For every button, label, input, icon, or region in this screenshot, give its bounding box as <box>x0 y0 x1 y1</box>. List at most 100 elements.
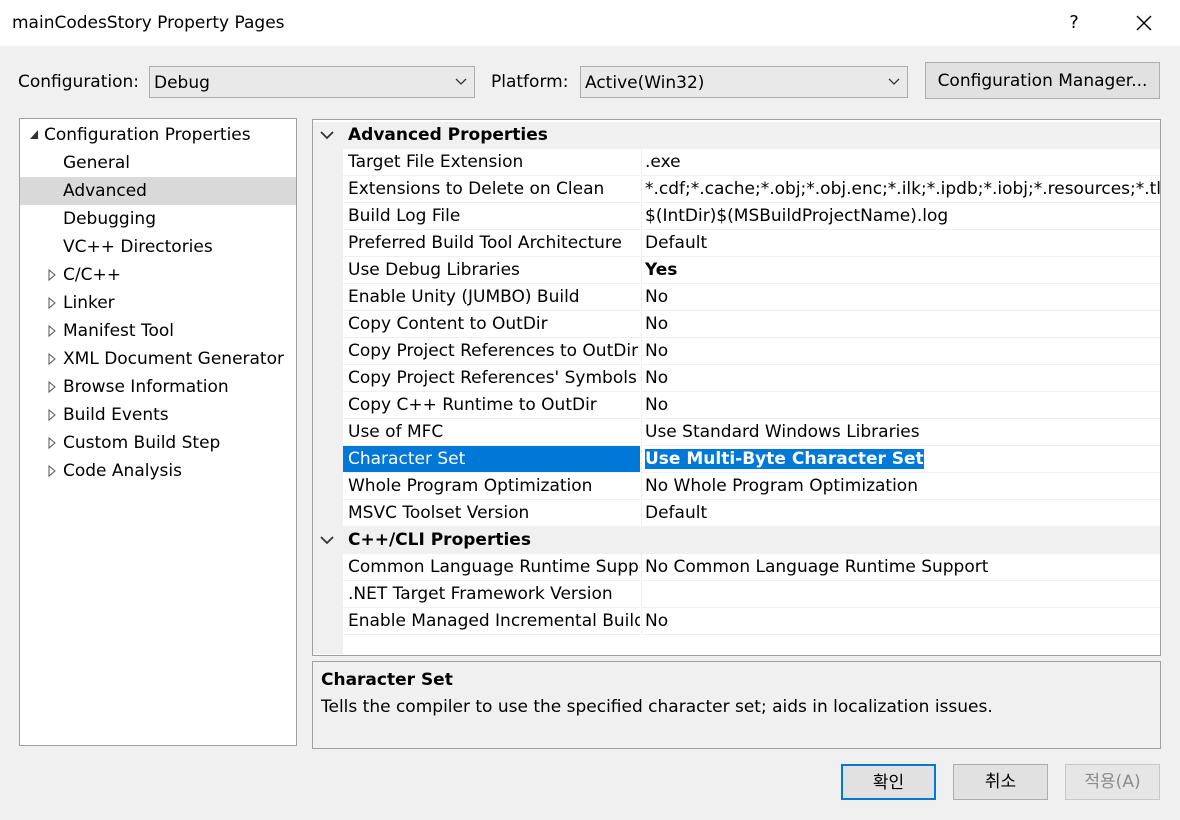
property-row[interactable]: Whole Program Optimization No Whole Prog… <box>313 473 1160 500</box>
property-value[interactable]: No Whole Program Optimization <box>641 473 1160 500</box>
tree-item-label: Code Analysis <box>63 461 182 481</box>
description-text: Tells the compiler to use the specified … <box>321 697 993 717</box>
category-advanced-properties[interactable]: Advanced Properties <box>313 122 1160 149</box>
tree-item-label: VC++ Directories <box>63 237 213 257</box>
property-name: Enable Unity (JUMBO) Build <box>343 284 640 311</box>
property-value[interactable]: No <box>641 284 1160 311</box>
property-value[interactable]: .exe <box>641 149 1160 176</box>
property-value[interactable]: No <box>641 392 1160 419</box>
description-panel: Character Set Tells the compiler to use … <box>312 661 1161 749</box>
property-value[interactable]: *.cdf;*.cache;*.obj;*.obj.enc;*.ilk;*.ip… <box>641 176 1160 203</box>
property-row-selected[interactable]: Character Set Use Multi-Byte Character S… <box>313 446 1160 473</box>
property-value[interactable]: No <box>641 365 1160 392</box>
tree-item-debugging[interactable]: Debugging <box>20 205 296 233</box>
tree-item-label: Configuration Properties <box>44 125 251 145</box>
property-value[interactable]: No <box>641 608 1160 635</box>
property-row[interactable]: Common Language Runtime Suppo No Common … <box>313 554 1160 581</box>
property-value[interactable]: Use Standard Windows Libraries <box>641 419 1160 446</box>
category-name: C++/CLI Properties <box>348 530 531 550</box>
property-name: Build Log File <box>343 203 640 230</box>
property-row[interactable]: Use of MFC Use Standard Windows Librarie… <box>313 419 1160 446</box>
tree-item-label: Debugging <box>63 209 156 229</box>
chevron-down-icon[interactable] <box>319 527 335 554</box>
property-row[interactable]: Use Debug Libraries Yes <box>313 257 1160 284</box>
property-row[interactable]: Extensions to Delete on Clean *.cdf;*.ca… <box>313 176 1160 203</box>
property-value[interactable]: No <box>641 311 1160 338</box>
property-row[interactable]: Copy C++ Runtime to OutDir No <box>313 392 1160 419</box>
cancel-button[interactable]: 취소 <box>953 764 1048 800</box>
property-value[interactable]: Default <box>641 500 1160 527</box>
tree-item-browse-information[interactable]: Browse Information <box>20 373 296 401</box>
property-name: Use Debug Libraries <box>343 257 640 284</box>
configuration-manager-button[interactable]: Configuration Manager... <box>925 62 1160 99</box>
property-row[interactable]: .NET Target Framework Version <box>313 581 1160 608</box>
property-value: Use Multi-Byte Character Set <box>645 449 924 469</box>
property-value-cell[interactable]: Use Multi-Byte Character Set <box>641 446 1160 473</box>
category-cpp-cli-properties[interactable]: C++/CLI Properties <box>313 527 1160 554</box>
property-value[interactable]: Yes <box>641 257 1160 284</box>
help-button[interactable]: ? <box>1058 8 1090 38</box>
title-bar: mainCodesStory Property Pages ? <box>0 0 1180 46</box>
property-row[interactable]: Copy Project References to OutDir No <box>313 338 1160 365</box>
property-name: MSVC Toolset Version <box>343 500 640 527</box>
configuration-dropdown[interactable]: Debug <box>149 66 475 98</box>
property-value[interactable]: No <box>641 338 1160 365</box>
tree-item-linker[interactable]: Linker <box>20 289 296 317</box>
property-row[interactable]: Build Log File $(IntDir)$(MSBuildProject… <box>313 203 1160 230</box>
tree-item-general[interactable]: General <box>20 149 296 177</box>
property-row[interactable]: Copy Project References' Symbols t No <box>313 365 1160 392</box>
property-row[interactable]: Enable Managed Incremental Build No <box>313 608 1160 635</box>
tree-item-label: Custom Build Step <box>63 433 221 453</box>
collapsed-triangle-icon[interactable] <box>46 317 58 345</box>
platform-dropdown[interactable]: Active(Win32) <box>580 66 908 98</box>
property-name: Preferred Build Tool Architecture <box>343 230 640 257</box>
tree-item-xml-document-generator[interactable]: XML Document Generator <box>20 345 296 373</box>
property-name: Copy Project References to OutDir <box>343 338 640 365</box>
property-grid: Advanced Properties Target File Extensio… <box>312 119 1161 656</box>
collapsed-triangle-icon[interactable] <box>46 261 58 289</box>
property-value[interactable]: Default <box>641 230 1160 257</box>
tree-item-c-cpp[interactable]: C/C++ <box>20 261 296 289</box>
collapsed-triangle-icon[interactable] <box>46 373 58 401</box>
tree-item-label: General <box>63 153 130 173</box>
close-icon <box>1136 15 1152 31</box>
apply-button[interactable]: 적용(A) <box>1065 764 1160 800</box>
property-name: Copy C++ Runtime to OutDir <box>343 392 640 419</box>
property-row[interactable]: Enable Unity (JUMBO) Build No <box>313 284 1160 311</box>
property-value[interactable] <box>641 581 1160 608</box>
configuration-value: Debug <box>154 73 210 93</box>
collapsed-triangle-icon[interactable] <box>46 289 58 317</box>
platform-label: Platform: <box>491 72 569 92</box>
collapsed-triangle-icon[interactable] <box>46 457 58 485</box>
property-value[interactable]: No Common Language Runtime Support <box>641 554 1160 581</box>
chevron-down-icon <box>888 78 900 85</box>
chevron-down-icon <box>455 78 467 85</box>
property-value[interactable]: $(IntDir)$(MSBuildProjectName).log <box>641 203 1160 230</box>
tree-item-label: Browse Information <box>63 377 229 397</box>
property-name: Enable Managed Incremental Build <box>343 608 640 635</box>
property-name: Extensions to Delete on Clean <box>343 176 640 203</box>
collapsed-triangle-icon[interactable] <box>46 401 58 429</box>
close-button[interactable] <box>1126 8 1162 38</box>
tree-item-code-analysis[interactable]: Code Analysis <box>20 457 296 485</box>
tree-item-custom-build-step[interactable]: Custom Build Step <box>20 429 296 457</box>
property-name: Copy Project References' Symbols t <box>343 365 640 392</box>
property-name: Use of MFC <box>343 419 640 446</box>
property-row[interactable]: MSVC Toolset Version Default <box>313 500 1160 527</box>
tree-item-configuration-properties[interactable]: Configuration Properties <box>20 121 296 149</box>
description-title: Character Set <box>321 670 453 690</box>
property-row[interactable]: Copy Content to OutDir No <box>313 311 1160 338</box>
expanded-triangle-icon[interactable] <box>28 121 40 149</box>
tree-item-build-events[interactable]: Build Events <box>20 401 296 429</box>
collapsed-triangle-icon[interactable] <box>46 429 58 457</box>
window-title: mainCodesStory Property Pages <box>12 13 285 33</box>
property-name: .NET Target Framework Version <box>343 581 640 608</box>
tree-item-advanced[interactable]: Advanced <box>20 177 296 205</box>
property-row[interactable]: Preferred Build Tool Architecture Defaul… <box>313 230 1160 257</box>
collapsed-triangle-icon[interactable] <box>46 345 58 373</box>
tree-item-manifest-tool[interactable]: Manifest Tool <box>20 317 296 345</box>
property-row[interactable]: Target File Extension .exe <box>313 149 1160 176</box>
ok-button[interactable]: 확인 <box>841 764 936 800</box>
tree-item-vc-directories[interactable]: VC++ Directories <box>20 233 296 261</box>
chevron-down-icon[interactable] <box>319 122 335 149</box>
